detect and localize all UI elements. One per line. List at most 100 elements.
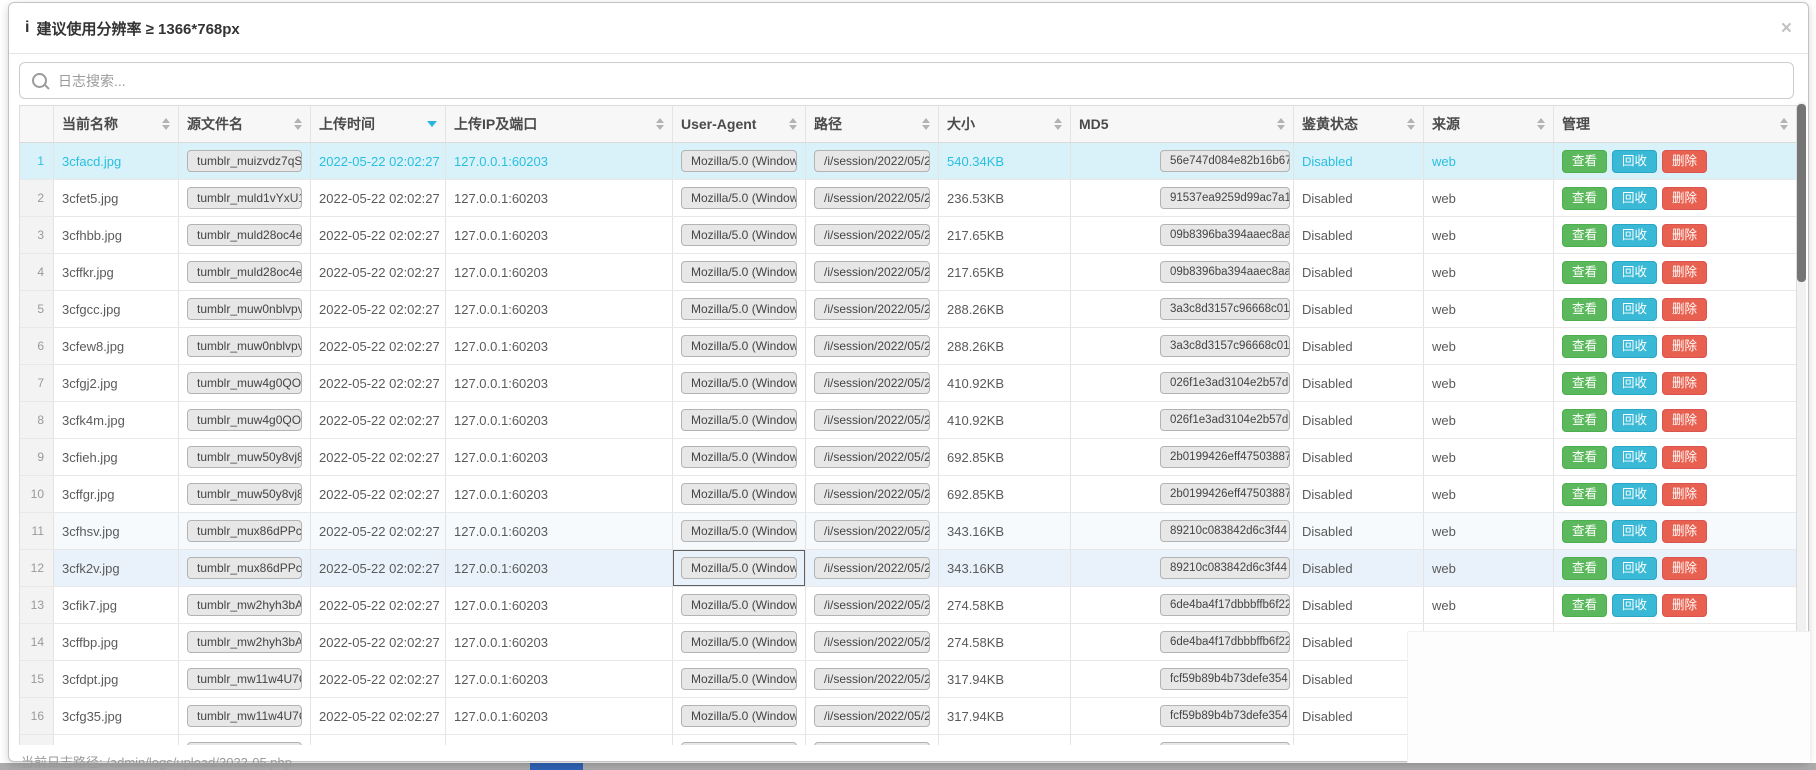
delete-button[interactable]: 删除 [1662, 409, 1707, 432]
user-agent-badge[interactable]: Mozilla/5.0 (Windows N [681, 446, 797, 468]
delete-button[interactable]: 删除 [1662, 187, 1707, 210]
source-filename-badge[interactable]: tumblr_muw50y8vj81r2 [187, 446, 302, 468]
source-filename-badge[interactable]: tumblr_mw11w4U7QY1 [187, 705, 302, 727]
source-filename-badge[interactable]: tumblr_muizvdz7qS1r2 [187, 150, 302, 172]
delete-button[interactable]: 删除 [1662, 335, 1707, 358]
path-badge[interactable]: /i/session/2022/05/22/3 [814, 298, 930, 320]
md5-badge[interactable]: fcf59b89b4b73defe354 [1160, 668, 1290, 690]
view-button[interactable]: 查看 [1562, 150, 1607, 173]
source-filename-badge[interactable]: tumblr_muld28oc4e1r2 [187, 224, 302, 246]
recycle-button[interactable]: 回收 [1612, 446, 1657, 469]
path-badge[interactable]: /i/session/2022/05/22/3 [814, 705, 930, 727]
path-badge[interactable]: /i/session/2022/05/22/3 [814, 187, 930, 209]
user-agent-badge[interactable]: Mozilla/5.0 (Windows N [681, 557, 797, 579]
source-filename-badge[interactable]: tumblr_mux86dPPcy1r2 [187, 557, 302, 579]
view-button[interactable]: 查看 [1562, 483, 1607, 506]
path-badge[interactable]: /i/session/2022/05/22/3 [814, 483, 930, 505]
column-header-origin[interactable]: 来源 [1424, 106, 1554, 142]
table-row[interactable]: 2 3cfet5.jpg tumblr_muld1vYxU11r2 2022-0… [20, 180, 1796, 217]
view-button[interactable]: 查看 [1562, 261, 1607, 284]
column-header-manage[interactable]: 管理 [1554, 106, 1796, 142]
source-filename-badge[interactable]: tumblr_muw0nblvpv1r2 [187, 335, 302, 357]
column-header-md5[interactable]: MD5 [1071, 106, 1294, 142]
path-badge[interactable]: /i/session/2022/05/22/3 [814, 261, 930, 283]
user-agent-badge[interactable]: Mozilla/5.0 (Windows N [681, 298, 797, 320]
source-filename-badge[interactable]: tumblr_muw4g0QOf91r [187, 372, 302, 394]
user-agent-badge[interactable]: Mozilla/5.0 (Windows N [681, 631, 797, 653]
user-agent-badge[interactable]: Mozilla/5.0 (Windows N [681, 224, 797, 246]
table-row[interactable]: 1 3cfacd.jpg tumblr_muizvdz7qS1r2 2022-0… [20, 143, 1796, 180]
user-agent-badge[interactable]: Mozilla/5.0 (Windows N [681, 187, 797, 209]
view-button[interactable]: 查看 [1562, 409, 1607, 432]
delete-button[interactable]: 删除 [1662, 261, 1707, 284]
column-header-upload-time[interactable]: 上传时间 [311, 106, 446, 142]
column-header-upload-ip[interactable]: 上传IP及端口 [446, 106, 673, 142]
delete-button[interactable]: 删除 [1662, 483, 1707, 506]
recycle-button[interactable]: 回收 [1612, 261, 1657, 284]
source-filename-badge[interactable]: tumblr_mw2hyh3bA11r [187, 594, 302, 616]
md5-badge[interactable]: 026f1e3ad3104e2b57d [1160, 409, 1290, 431]
table-row[interactable]: 12 3cfk2v.jpg tumblr_mux86dPPcy1r2 2022-… [20, 550, 1796, 587]
md5-badge[interactable]: 09b8396ba394aaec8aa [1160, 261, 1290, 283]
path-badge[interactable]: /i/session/2022/05/22/3 [814, 150, 930, 172]
delete-button[interactable]: 删除 [1662, 150, 1707, 173]
recycle-button[interactable]: 回收 [1612, 520, 1657, 543]
delete-button[interactable]: 删除 [1662, 224, 1707, 247]
recycle-button[interactable]: 回收 [1612, 594, 1657, 617]
path-badge[interactable]: /i/session/2022/05/22/3 [814, 668, 930, 690]
source-filename-badge[interactable]: tumblr_muw0nblvpv1r2 [187, 298, 302, 320]
column-header-path[interactable]: 路径 [806, 106, 939, 142]
view-button[interactable]: 查看 [1562, 224, 1607, 247]
view-button[interactable]: 查看 [1562, 335, 1607, 358]
md5-badge[interactable]: 2b0199426eff47503887 [1160, 483, 1290, 505]
user-agent-badge[interactable]: Mozilla/5.0 (Windows N [681, 668, 797, 690]
md5-badge[interactable]: 3a3c8d3157c96668c01 [1160, 298, 1290, 320]
source-filename-badge[interactable]: tumblr_muld1vYxU11r2 [187, 187, 302, 209]
md5-badge[interactable]: fcf59b89b4b73defe354 [1160, 705, 1290, 727]
user-agent-badge[interactable]: Mozilla/5.0 (Windows N [681, 594, 797, 616]
md5-badge[interactable]: 89210c083842d6c3f44 [1160, 557, 1290, 579]
user-agent-badge[interactable]: Mozilla/5.0 (Windows N [681, 261, 797, 283]
recycle-button[interactable]: 回收 [1612, 557, 1657, 580]
table-row[interactable]: 4 3cffkr.jpg tumblr_muld28oc4e1r2 2022-0… [20, 254, 1796, 291]
source-filename-badge[interactable]: tumblr_muw4g0QOf91r [187, 409, 302, 431]
column-header-source-file[interactable]: 源文件名 [179, 106, 311, 142]
recycle-button[interactable]: 回收 [1612, 187, 1657, 210]
source-filename-badge[interactable]: tumblr_mux86dPPcy1r2 [187, 520, 302, 542]
column-header-size[interactable]: 大小 [939, 106, 1071, 142]
delete-button[interactable]: 删除 [1662, 446, 1707, 469]
md5-badge[interactable]: 3a3c8d3157c96668c01 [1160, 335, 1290, 357]
column-header-current-name[interactable]: 当前名称 [54, 106, 179, 142]
view-button[interactable]: 查看 [1562, 298, 1607, 321]
view-button[interactable]: 查看 [1562, 520, 1607, 543]
md5-badge[interactable]: 89210c083842d6c3f44 [1160, 520, 1290, 542]
md5-badge[interactable]: 6de4ba4f17dbbbffb6f22 [1160, 594, 1290, 616]
user-agent-badge[interactable]: Mozilla/5.0 (Windows N [681, 705, 797, 727]
search-input[interactable] [56, 72, 1781, 90]
md5-badge[interactable]: 09b8396ba394aaec8aa [1160, 224, 1290, 246]
source-filename-badge[interactable]: tumblr_mw2hyh3bA11r [187, 631, 302, 653]
recycle-button[interactable]: 回收 [1612, 409, 1657, 432]
path-badge[interactable]: /i/session/2022/05/22/3 [814, 409, 930, 431]
table-row[interactable]: 8 3cfk4m.jpg tumblr_muw4g0QOf91r 2022-05… [20, 402, 1796, 439]
path-badge[interactable]: /i/session/2022/05/22/3 [814, 520, 930, 542]
user-agent-badge[interactable] [681, 742, 797, 745]
user-agent-badge[interactable]: Mozilla/5.0 (Windows N [681, 335, 797, 357]
delete-button[interactable]: 删除 [1662, 372, 1707, 395]
table-row[interactable]: 7 3cfgj2.jpg tumblr_muw4g0QOf91r 2022-05… [20, 365, 1796, 402]
md5-badge[interactable] [1160, 742, 1290, 745]
user-agent-badge[interactable]: Mozilla/5.0 (Windows N [681, 520, 797, 542]
table-row[interactable]: 6 3cfew8.jpg tumblr_muw0nblvpv1r2 2022-0… [20, 328, 1796, 365]
user-agent-badge[interactable]: Mozilla/5.0 (Windows N [681, 483, 797, 505]
path-badge[interactable]: /i/session/2022/05/22/3 [814, 372, 930, 394]
md5-badge[interactable]: 91537ea9259d99ac7a1 [1160, 187, 1290, 209]
view-button[interactable]: 查看 [1562, 372, 1607, 395]
recycle-button[interactable]: 回收 [1612, 298, 1657, 321]
table-row[interactable]: 10 3cffgr.jpg tumblr_muw50y8vj81r2 2022-… [20, 476, 1796, 513]
view-button[interactable]: 查看 [1562, 557, 1607, 580]
md5-badge[interactable]: 026f1e3ad3104e2b57d [1160, 372, 1290, 394]
delete-button[interactable]: 删除 [1662, 298, 1707, 321]
source-filename-badge[interactable]: tumblr_mw11w4U7QY1 [187, 668, 302, 690]
path-badge[interactable]: /i/session/2022/05/22/3 [814, 594, 930, 616]
md5-badge[interactable]: 6de4ba4f17dbbbffb6f22 [1160, 631, 1290, 653]
